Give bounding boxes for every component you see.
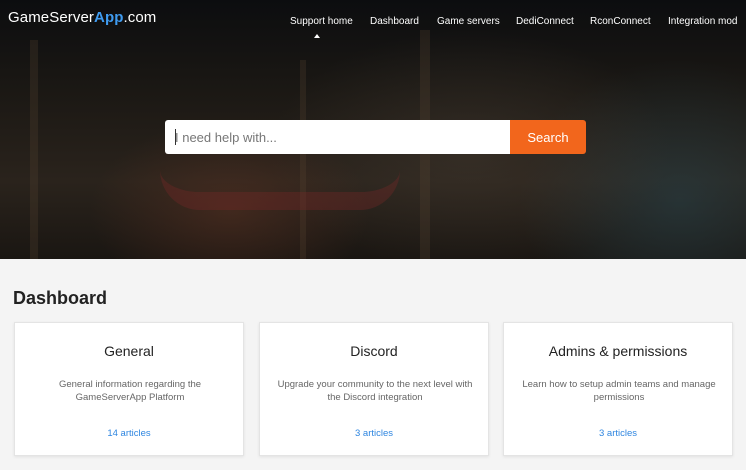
card-title: Discord: [350, 343, 398, 359]
text-cursor: [175, 129, 176, 145]
nav-support-home[interactable]: Support home: [290, 16, 353, 27]
card-articles-link[interactable]: 14 articles: [15, 428, 243, 439]
card-articles-link[interactable]: 3 articles: [260, 428, 488, 439]
site-logo[interactable]: GameServerApp.com: [8, 9, 156, 26]
search-input[interactable]: [165, 120, 511, 154]
section-title: Dashboard: [13, 288, 108, 308]
card-description: Upgrade your community to the next level…: [277, 379, 473, 403]
card-description: General information regarding the GameSe…: [58, 379, 202, 403]
card-discord[interactable]: Discord Upgrade your community to the ne…: [259, 322, 489, 456]
card-title: General: [104, 343, 154, 359]
card-general[interactable]: General General information regarding th…: [14, 322, 244, 456]
logo-text-domain: .com: [123, 9, 157, 26]
logo-text-gameserver: GameServer: [8, 9, 95, 26]
background-beam: [30, 40, 38, 259]
nav-dashboard[interactable]: Dashboard: [370, 16, 419, 27]
background-beam: [300, 60, 306, 259]
nav-dediconnect[interactable]: DediConnect: [516, 16, 574, 27]
search-button[interactable]: Search: [510, 120, 586, 154]
card-admins-permissions[interactable]: Admins & permissions Learn how to setup …: [503, 322, 733, 456]
active-nav-caret-icon: [314, 34, 320, 38]
nav-integration-mod[interactable]: Integration mod: [668, 16, 738, 27]
background-bunting: [160, 170, 400, 210]
nav-game-servers[interactable]: Game servers: [437, 16, 500, 27]
card-title: Admins & permissions: [548, 343, 688, 359]
card-articles-link[interactable]: 3 articles: [504, 428, 732, 439]
card-description: Learn how to setup admin teams and manag…: [522, 379, 716, 403]
nav-rconconnect[interactable]: RconConnect: [590, 16, 651, 27]
search-box: [165, 120, 511, 154]
logo-text-app: App: [94, 9, 124, 26]
